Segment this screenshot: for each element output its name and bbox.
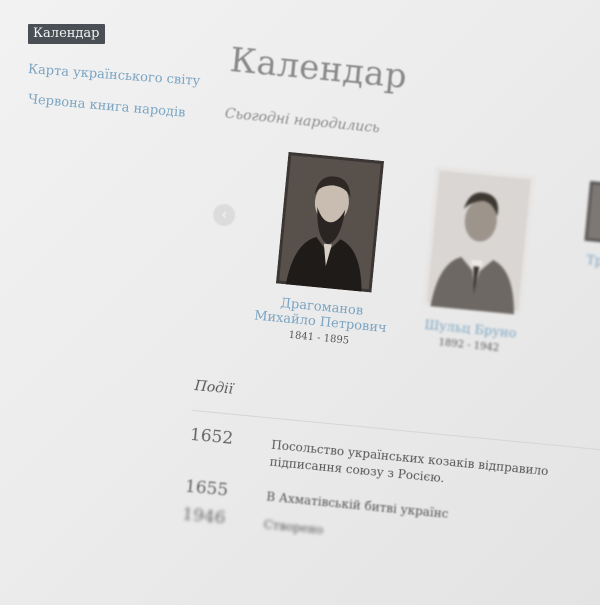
portrait-image (275, 151, 385, 293)
page: Календар Карта українського світу Червон… (0, 0, 600, 605)
chevron-left-icon[interactable]: ‹ (212, 203, 237, 228)
portrait-image (584, 180, 600, 245)
person-name[interactable]: Труб (572, 252, 600, 273)
sidebar: Календар Карта українського світу Червон… (27, 22, 208, 124)
page-title: Календар (228, 40, 410, 97)
sidebar-item-map[interactable]: Карта українського світу (27, 62, 208, 91)
events-list: 1652 Посольство українських козаків відп… (181, 424, 600, 573)
sidebar-item-red-book[interactable]: Червона книга народів (27, 92, 208, 124)
person-card[interactable]: Драгоманов Михайло Петрович 1841 - 1895 (244, 149, 411, 351)
sidebar-item-calendar[interactable]: Календар (28, 24, 105, 44)
person-card[interactable]: Труб (572, 180, 600, 272)
event-year: 1946 (181, 504, 227, 529)
people-carousel: ‹ Драгоманов Михайло Петрович 1841 - 189… (200, 146, 600, 415)
main-content: Календар Сьогодні народились ‹ Драгомано… (181, 40, 600, 573)
person-card[interactable]: Шульц Бруно 1892 - 1942 (404, 165, 551, 358)
portrait-image (422, 166, 536, 316)
event-year: 1655 (184, 476, 230, 501)
event-year: 1652 (189, 424, 234, 449)
